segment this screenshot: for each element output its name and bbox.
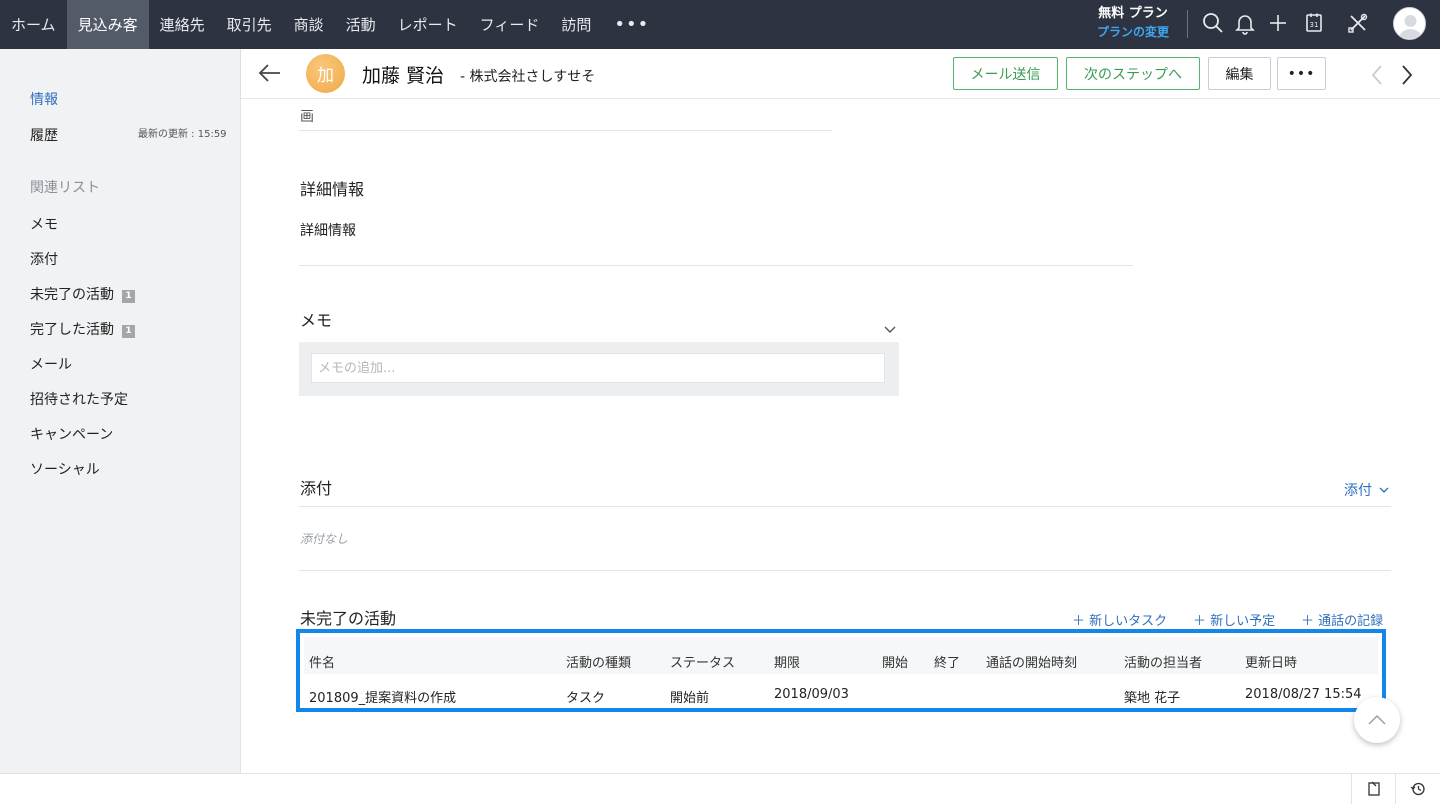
divider xyxy=(299,130,832,131)
sidebar: 情報 履歴 最新の更新 : 15:59 関連リスト メモ 添付 未完了の活動 1 … xyxy=(0,49,241,773)
sidebar-item-label: キャンペーン xyxy=(30,427,114,443)
related-lists-heading: 関連リスト xyxy=(30,180,100,196)
activity-subject-link[interactable]: 201809_提案資料の作成 xyxy=(309,687,456,706)
column-header-activity-type[interactable]: 活動の種類 xyxy=(566,652,631,671)
sidebar-item-social[interactable]: ソーシャル xyxy=(30,459,100,479)
column-header-modified-time[interactable]: 更新日時 xyxy=(1245,652,1297,671)
record-company: - 株式会社さしすせそ xyxy=(460,69,596,85)
column-header-start[interactable]: 開始 xyxy=(882,652,908,671)
nav-more-button[interactable]: ••• xyxy=(602,14,661,35)
search-icon[interactable] xyxy=(1201,11,1225,35)
nav-tab-activities[interactable]: 活動 xyxy=(335,0,387,49)
nav-tab-contacts[interactable]: 連絡先 xyxy=(149,0,216,49)
count-badge: 1 xyxy=(122,325,135,338)
nav-tab-home[interactable]: ホーム xyxy=(0,0,67,49)
svg-text:31: 31 xyxy=(1310,21,1319,29)
nav-tab-visits[interactable]: 訪問 xyxy=(550,0,602,49)
user-avatar[interactable] xyxy=(1393,7,1426,40)
record-avatar: 加 xyxy=(306,54,345,93)
plan-name: 無料 プラン xyxy=(1098,6,1168,21)
sidebar-item-label: メモ xyxy=(30,217,58,233)
nav-tab-deals[interactable]: 商談 xyxy=(283,0,335,49)
sidebar-item-history[interactable]: 履歴 xyxy=(30,125,58,145)
chevron-up-icon xyxy=(1368,714,1386,725)
sidebar-item-closed-activities[interactable]: 完了した活動 1 xyxy=(30,319,135,339)
column-header-call-start-time[interactable]: 通話の開始時刻 xyxy=(986,652,1077,671)
record-name: 加藤 賢治 xyxy=(362,65,445,87)
divider xyxy=(299,265,1133,266)
table-cell: 2018/08/27 15:54 xyxy=(1245,687,1362,702)
next-record-icon[interactable] xyxy=(1399,64,1415,86)
tools-icon[interactable] xyxy=(1346,11,1370,35)
history-icon[interactable] xyxy=(1395,774,1439,804)
back-arrow-icon[interactable] xyxy=(257,61,283,85)
divider xyxy=(299,570,1391,571)
bell-icon[interactable] xyxy=(1233,11,1257,35)
sidebar-item-label: 未完了の活動 xyxy=(30,287,114,303)
sidebar-item-label: 完了した活動 xyxy=(30,322,114,338)
sidebar-item-label: メール xyxy=(30,357,72,373)
column-header-subject[interactable]: 件名 xyxy=(309,652,335,671)
sidebar-item-emails[interactable]: メール xyxy=(30,354,72,374)
detail-field-label: 詳細情報 xyxy=(300,223,356,239)
notes-input-container xyxy=(299,342,899,396)
count-badge: 1 xyxy=(122,290,135,303)
table-cell: 築地 花子 xyxy=(1124,691,1181,706)
nav-tab-leads[interactable]: 見込み客 xyxy=(66,0,149,49)
plus-icon[interactable] xyxy=(1266,11,1290,35)
sidebar-item-label: ソーシャル xyxy=(30,462,100,478)
notes-section-title: メモ xyxy=(300,311,333,330)
more-actions-button[interactable]: ••• xyxy=(1277,57,1326,90)
new-task-link[interactable]: ＋ 新しいタスク xyxy=(1072,610,1167,629)
sidebar-item-campaigns[interactable]: キャンペーン xyxy=(30,424,113,444)
nav-tab-feeds[interactable]: フィード xyxy=(469,0,551,49)
sidebar-item-label: 招待された予定 xyxy=(30,392,128,408)
column-header-due-date[interactable]: 期限 xyxy=(774,652,800,671)
nav-tab-accounts[interactable]: 取引先 xyxy=(216,0,283,49)
previous-record-icon[interactable] xyxy=(1369,64,1385,86)
attach-button-label: 添付 xyxy=(1344,483,1372,499)
partial-field-text: 画 xyxy=(300,109,314,125)
new-event-link[interactable]: ＋ 新しい予定 xyxy=(1193,610,1275,629)
sidebar-item-info[interactable]: 情報 xyxy=(30,89,58,109)
chevron-down-icon[interactable] xyxy=(883,321,897,335)
bottom-bar xyxy=(0,773,1440,804)
scroll-to-top-button[interactable] xyxy=(1354,697,1400,743)
notes-input[interactable] xyxy=(311,353,885,383)
sidebar-item-open-activities[interactable]: 未完了の活動 1 xyxy=(30,284,135,304)
sidebar-item-label: 添付 xyxy=(30,252,58,268)
sidebar-item-attachments[interactable]: 添付 xyxy=(30,249,58,269)
record-header: 加 加藤 賢治 - 株式会社さしすせそ メール送信 次のステップへ 編集 ••• xyxy=(241,49,1440,99)
last-updated-text: 最新の更新 : 15:59 xyxy=(138,129,227,140)
edit-button[interactable]: 編集 xyxy=(1208,57,1271,90)
attachments-empty-text: 添付なし xyxy=(300,532,349,546)
plan-info: 無料 プラン プランの変更 xyxy=(1088,4,1178,42)
attachments-section-title: 添付 xyxy=(300,479,333,498)
column-header-status[interactable]: ステータス xyxy=(670,652,735,671)
open-activities-table: 件名 活動の種類 ステータス 期限 開始 終了 通話の開始時刻 活動の担当者 更… xyxy=(296,629,1386,712)
send-mail-button[interactable]: メール送信 xyxy=(953,57,1058,90)
sidebar-item-notes[interactable]: メモ xyxy=(30,214,58,234)
notes-icon[interactable] xyxy=(1351,774,1395,804)
next-step-button[interactable]: 次のステップへ xyxy=(1066,57,1200,90)
nav-divider xyxy=(1187,10,1188,38)
calendar-icon[interactable]: 31 xyxy=(1302,11,1326,35)
sidebar-item-invited-meetings[interactable]: 招待された予定 xyxy=(30,389,128,409)
table-cell: タスク xyxy=(566,691,606,706)
chevron-down-icon xyxy=(1379,487,1389,493)
table-cell: 2018/09/03 xyxy=(774,687,849,702)
nav-tab-reports[interactable]: レポート xyxy=(387,0,469,49)
log-call-link[interactable]: ＋ 通話の記録 xyxy=(1301,610,1383,629)
plan-change-link[interactable]: プランの変更 xyxy=(1088,23,1178,42)
column-header-end[interactable]: 終了 xyxy=(934,652,960,671)
table-header-row xyxy=(304,637,1378,674)
detail-section-title: 詳細情報 xyxy=(300,180,365,199)
attach-button[interactable]: 添付 xyxy=(1344,480,1389,500)
column-header-owner[interactable]: 活動の担当者 xyxy=(1124,652,1202,671)
open-activities-section-title: 未完了の活動 xyxy=(300,609,397,628)
record-detail-content: 画 詳細情報 詳細情報 メモ 添付 添付 添付なし 未完了の活動 ＋ 新しいタス… xyxy=(241,99,1440,773)
divider xyxy=(299,506,1391,507)
table-cell: 開始前 xyxy=(670,691,710,706)
